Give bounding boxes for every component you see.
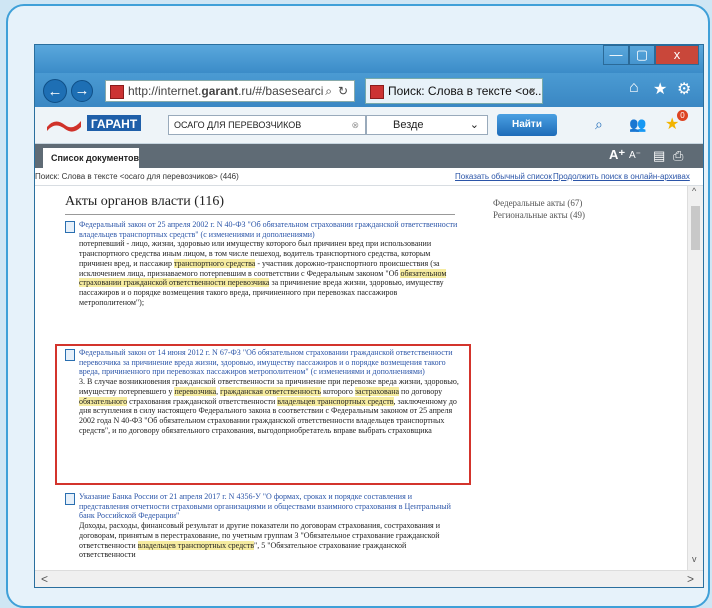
document-list: Акты органов власти (116) Федеральные ак… (35, 186, 687, 570)
url-domain: garant (201, 84, 239, 98)
search-input[interactable]: ОСАГО ДЛЯ ПЕРЕВОЗЧИКОВ ⊗ (168, 115, 366, 135)
document-icon (65, 221, 75, 233)
document-title-link[interactable]: Указание Банка России от 21 апреля 2017 … (79, 492, 459, 521)
document-snippet: Доходы, расходы, финансовый результат и … (79, 521, 459, 560)
close-window-button[interactable]: x (655, 45, 699, 65)
users-icon[interactable]: 👥 (629, 116, 646, 133)
document-tabs-row: Список документов A⁺ A⁻ ▤ ⎙ (35, 144, 703, 168)
section-heading: Акты органов власти (116) (65, 194, 225, 209)
font-larger-button[interactable]: A⁺ (609, 147, 625, 163)
section-divider (65, 214, 455, 215)
scope-value: Везде (393, 119, 424, 131)
minimize-button[interactable]: — (603, 45, 629, 65)
horizontal-scrollbar[interactable]: < > (35, 570, 703, 587)
snippet-text: страхования гражданской ответственности (127, 396, 278, 406)
settings-gear-icon[interactable]: ⚙ (677, 79, 691, 99)
search-input-value: ОСАГО ДЛЯ ПЕРЕВОЗЧИКОВ (174, 120, 302, 130)
close-tab-icon[interactable]: × (529, 79, 536, 103)
favorites-star-icon[interactable]: ★ (653, 79, 667, 99)
save-icon[interactable]: ▤ (653, 148, 665, 164)
snippet-text: по договору (399, 386, 443, 396)
document-snippet: 3. В случае возникновения гражданской от… (79, 377, 459, 435)
highlighted-term: гражданская ответственность (220, 386, 322, 396)
list-item: Федеральный закон от 25 апреля 2002 г. N… (65, 220, 459, 307)
search-query-summary: Поиск: Слова в тексте <осаго для перевоз… (35, 172, 239, 181)
forward-button[interactable]: → (71, 80, 93, 102)
browser-tab[interactable]: Поиск: Слова в тексте <ос... × (365, 78, 543, 104)
url-text: http://internet. (128, 84, 202, 98)
garant-toolbar: ГАРАНТ ОСАГО ДЛЯ ПЕРЕВОЗЧИКОВ ⊗ Везде ⌄ … (35, 107, 703, 144)
chevron-down-icon: ⌄ (469, 119, 479, 131)
tab-favicon (370, 84, 384, 99)
print-icon[interactable]: ⎙ (673, 148, 683, 164)
list-item: Указание Банка России от 21 апреля 2017 … (65, 492, 459, 560)
document-icon (65, 349, 75, 361)
tab-document-list[interactable]: Список документов (43, 148, 139, 168)
refresh-icon[interactable]: ↻ (338, 81, 348, 101)
browser-window: — ▢ x ← → http://internet.garant.ru/#/ba… (34, 44, 704, 588)
snippet-text: которого (321, 386, 355, 396)
arrow-left-icon: ← (47, 83, 63, 100)
highlighted-term: транспортного средства (173, 258, 256, 268)
document-icon (65, 493, 75, 505)
highlighted-term: перевозчика (174, 386, 217, 396)
font-smaller-button[interactable]: A⁻ (629, 150, 641, 161)
window-titlebar: — ▢ x (35, 45, 703, 73)
find-button[interactable]: Найти (497, 114, 557, 136)
back-button[interactable]: ← (43, 79, 67, 103)
search-list-icon[interactable]: ⌕ (595, 116, 603, 133)
vertical-scrollbar[interactable]: ^ v (687, 186, 703, 570)
page-content: ГАРАНТ ОСАГО ДЛЯ ПЕРЕВОЗЧИКОВ ⊗ Везде ⌄ … (35, 107, 703, 587)
scroll-down-icon[interactable]: v (692, 554, 697, 564)
filter-federal-acts[interactable]: Федеральные акты (67) (493, 198, 582, 208)
clear-search-icon[interactable]: ⊗ (351, 116, 359, 134)
document-title-link[interactable]: Федеральный закон от 25 апреля 2002 г. N… (79, 220, 459, 239)
search-info-line: Поиск: Слова в тексте <осаго для перевоз… (35, 169, 703, 186)
highlighted-term: владельцев транспортных средств (277, 396, 394, 406)
garant-logo[interactable]: ГАРАНТ (45, 113, 145, 135)
highlighted-term: владельцев транспортных средств (137, 540, 254, 550)
home-icon[interactable]: ⌂ (629, 79, 639, 97)
garant-logo-icon: ГАРАНТ (47, 115, 141, 132)
scroll-left-icon[interactable]: < (41, 572, 48, 586)
list-item: Федеральный закон от 14 июня 2012 г. N 6… (65, 348, 459, 435)
address-bar[interactable]: http://internet.garant.ru/#/basesearci ⌕… (105, 80, 355, 102)
highlighted-term: обязательного (79, 396, 128, 406)
scope-select[interactable]: Везде ⌄ (366, 115, 488, 135)
search-icon[interactable]: ⌕ (325, 81, 332, 101)
filter-regional-acts[interactable]: Региональные акты (49) (493, 210, 585, 220)
maximize-button[interactable]: ▢ (629, 45, 655, 65)
svg-text:ГАРАНТ: ГАРАНТ (91, 117, 138, 131)
show-plain-list-link[interactable]: Показать обычный список (455, 169, 552, 185)
arrow-right-icon: → (74, 82, 90, 99)
scroll-up-icon[interactable]: ^ (692, 186, 696, 196)
scroll-right-icon[interactable]: > (687, 572, 694, 586)
browser-navbar: ← → http://internet.garant.ru/#/basesear… (35, 73, 703, 107)
continue-online-search-link[interactable]: Продолжить поиск в онлайн-архивах (553, 169, 690, 185)
notification-badge: 0 (677, 110, 688, 121)
document-title-link[interactable]: Федеральный закон от 14 июня 2012 г. N 6… (79, 348, 459, 377)
scroll-thumb[interactable] (691, 206, 700, 250)
document-snippet: потерпевший - лицо, жизни, здоровью или … (79, 239, 459, 307)
url-path: .ru/#/basesearci (238, 84, 324, 98)
site-favicon (110, 84, 124, 99)
highlighted-term: застрахована (354, 386, 400, 396)
tab-title: Поиск: Слова в тексте <ос... (388, 84, 543, 98)
